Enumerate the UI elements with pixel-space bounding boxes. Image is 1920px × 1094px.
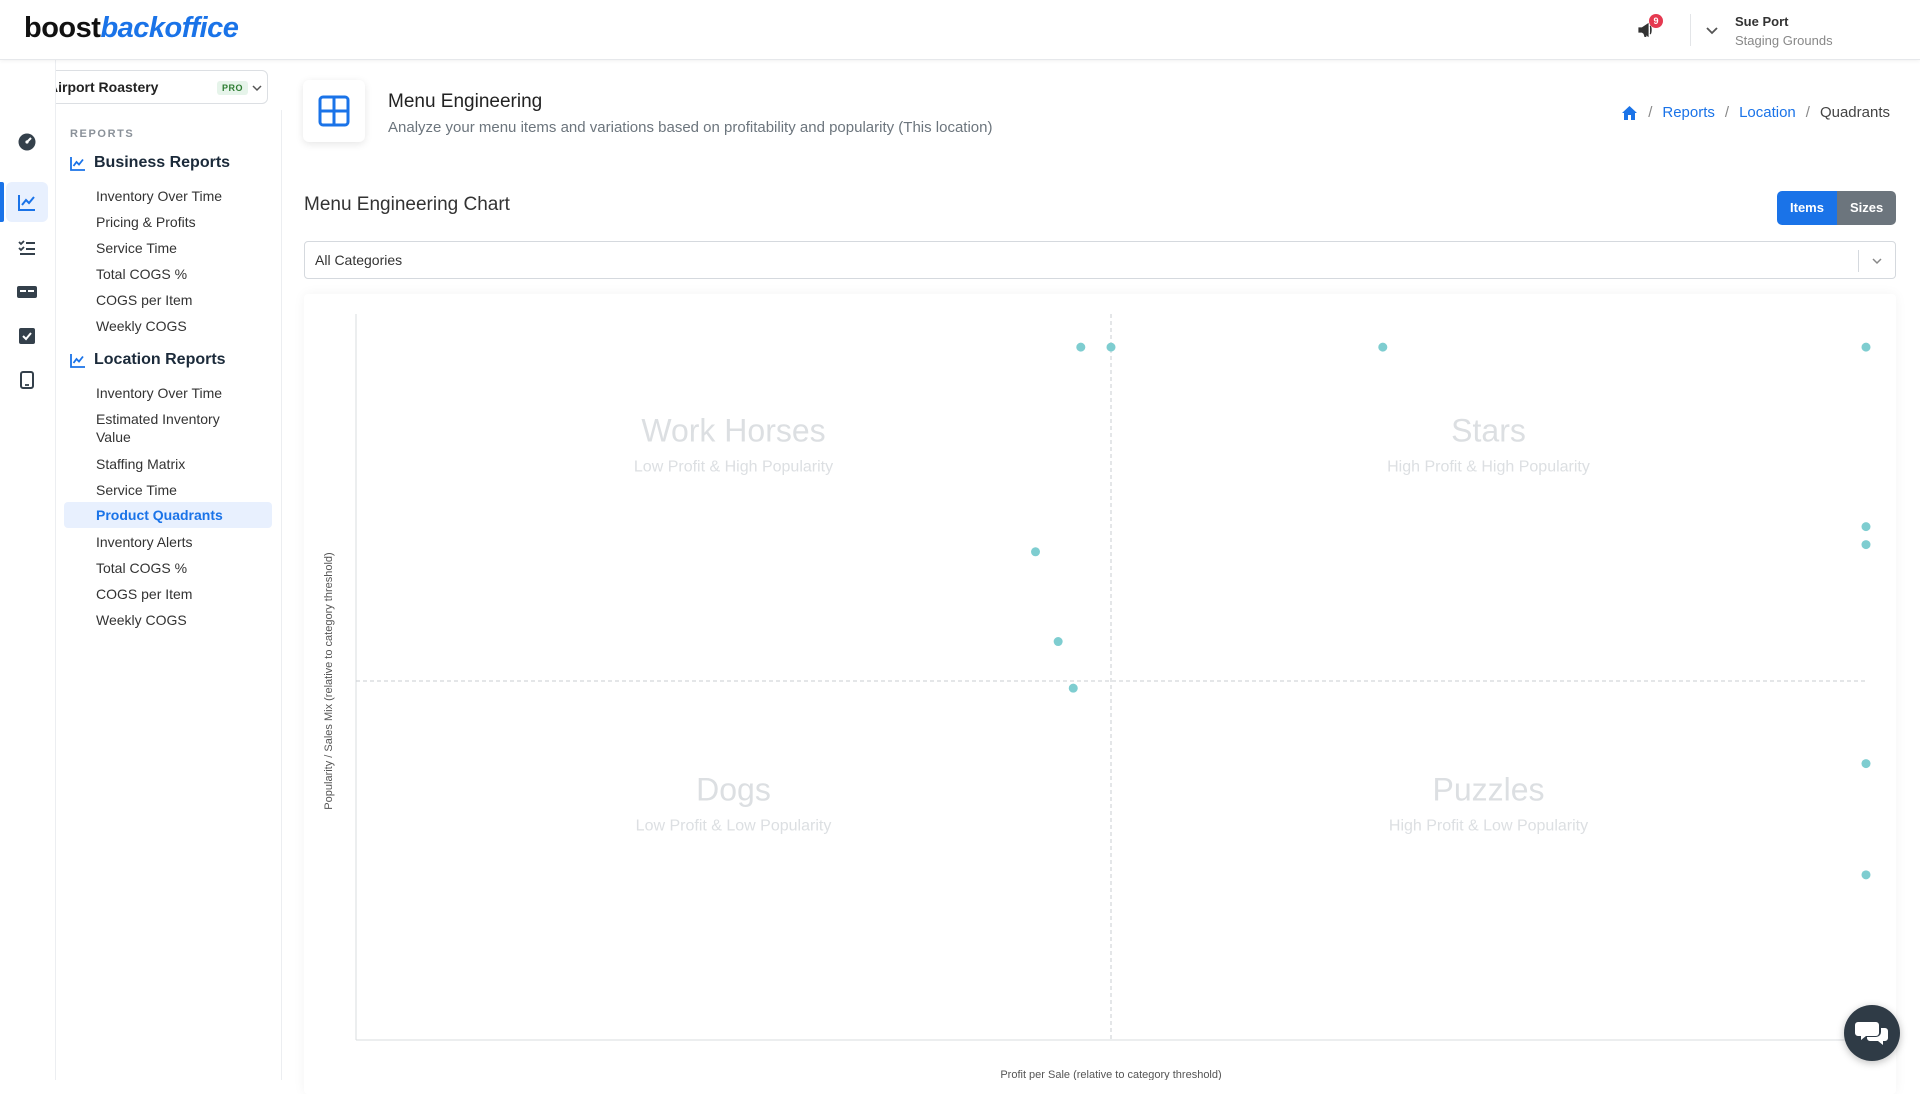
nav-item-product-quadrants[interactable]: Product Quadrants <box>64 502 272 528</box>
data-point-3 <box>1861 342 1871 352</box>
dashboard-icon <box>18 133 36 151</box>
brand-logo[interactable]: boostbackoffice <box>24 12 239 45</box>
user-location: Staging Grounds <box>1735 33 1833 48</box>
nav-item-business-total-cogs[interactable]: Total COGS % <box>64 261 272 287</box>
quadrant-desc-puzzles: High Profit & Low Popularity <box>1389 818 1588 835</box>
nav-group-title: Business Reports <box>94 154 231 171</box>
user-name[interactable]: Sue Port <box>1735 14 1788 29</box>
nav-item-business-cogs-per-item[interactable]: COGS per Item <box>64 287 272 313</box>
toggle-sizes-button[interactable]: Sizes <box>1836 191 1897 225</box>
data-point-1 <box>1106 342 1116 352</box>
notification-badge: 9 <box>1649 14 1663 28</box>
reports-nav: REPORTS Business Reports Inventory Over … <box>56 110 282 1080</box>
data-point-0 <box>1076 342 1086 352</box>
checkbox-icon <box>19 328 35 344</box>
breadcrumb-current: Quadrants <box>1819 104 1890 121</box>
nav-item-estimated-inventory-value[interactable]: Estimated Inventory Value <box>64 406 272 450</box>
nav-item-business-inventory-over-time[interactable]: Inventory Over Time <box>64 183 272 209</box>
tablet-icon <box>20 371 34 389</box>
category-select-divider <box>1858 250 1859 272</box>
user-menu-chevron-icon[interactable] <box>1704 22 1720 38</box>
quadrant-name-dogs: Dogs <box>696 772 771 808</box>
quadrant-name-stars: Stars <box>1451 413 1526 449</box>
breadcrumb: / Reports / Location / Quadrants <box>1621 104 1890 121</box>
rail-pos[interactable] <box>6 272 48 312</box>
breadcrumb-location[interactable]: Location <box>1739 104 1796 121</box>
rail-devices[interactable] <box>6 360 48 400</box>
nav-item-business-weekly-cogs[interactable]: Weekly COGS <box>64 313 272 339</box>
nav-item-inventory-alerts[interactable]: Inventory Alerts <box>64 529 272 555</box>
data-point-5 <box>1053 637 1063 647</box>
toggle-items-button[interactable]: Items <box>1777 191 1837 225</box>
page-subtitle: Analyze your menu items and variations b… <box>388 119 993 136</box>
rail-reports[interactable] <box>6 182 48 222</box>
data-point-8 <box>1861 540 1871 550</box>
chart-line-icon <box>70 157 85 171</box>
data-point-9 <box>1861 759 1871 769</box>
chat-button[interactable] <box>1844 1005 1900 1061</box>
chevron-down-icon <box>1872 258 1882 265</box>
chart-line-icon <box>18 195 35 211</box>
items-sizes-toggle: Items Sizes <box>1777 191 1897 225</box>
grid-quadrants-icon <box>318 95 350 127</box>
pro-badge: PRO <box>217 81 249 95</box>
brand-logo-part1: boost <box>24 12 101 44</box>
data-point-6 <box>1068 683 1078 693</box>
checklist-icon <box>18 240 35 255</box>
quadrant-name-puzzles: Puzzles <box>1432 772 1544 808</box>
quadrant-name-work-horses: Work Horses <box>641 413 825 449</box>
quadrant-chart: Work Horses Low Profit & High Popularity S… <box>323 314 1871 1080</box>
nav-section-label: REPORTS <box>70 128 135 140</box>
nav-item-location-cogs-per-item[interactable]: COGS per Item <box>64 581 272 607</box>
rail-checklists[interactable] <box>6 228 48 268</box>
quadrant-desc-dogs: Low Profit & Low Popularity <box>636 818 832 835</box>
quadrant-desc-work-horses: Low Profit & High Popularity <box>634 459 833 476</box>
nav-item-location-inventory-over-time[interactable]: Inventory Over Time <box>64 380 272 406</box>
data-point-7 <box>1861 522 1871 532</box>
top-bar: boostbackoffice 9 Sue Port Staging Groun… <box>0 0 1920 60</box>
page-icon-card <box>303 80 365 142</box>
y-axis-label: Popularity / Sales Mix (relative to cate… <box>323 552 335 809</box>
breadcrumb-reports[interactable]: Reports <box>1662 104 1715 121</box>
home-icon[interactable] <box>1621 105 1638 121</box>
quadrant-desc-stars: High Profit & High Popularity <box>1387 459 1590 476</box>
header-divider <box>1690 14 1691 46</box>
brand-logo-part2: backoffice <box>100 12 239 44</box>
nav-item-business-pricing-profits[interactable]: Pricing & Profits <box>64 209 272 235</box>
nav-group-business-reports[interactable]: Business Reports <box>70 154 230 172</box>
category-select[interactable]: All Categories <box>304 241 1896 279</box>
rail-tasks[interactable] <box>6 316 48 356</box>
x-axis-label: Profit per Sale (relative to category th… <box>1000 1069 1221 1080</box>
breadcrumb-separator: / <box>1648 104 1653 121</box>
data-point-2 <box>1378 342 1388 352</box>
chat-bubbles-icon <box>1855 1022 1888 1045</box>
chevron-down-icon <box>252 85 262 92</box>
chart-line-icon <box>70 354 85 368</box>
breadcrumb-separator: / <box>1805 104 1810 121</box>
category-select-value: All Categories <box>315 252 403 268</box>
nav-item-location-service-time[interactable]: Service Time <box>64 477 272 503</box>
nav-group-title: Location Reports <box>94 351 226 368</box>
icon-rail <box>0 60 56 1080</box>
nav-item-location-total-cogs[interactable]: Total COGS % <box>64 555 272 581</box>
rail-dashboard[interactable] <box>6 122 48 162</box>
nav-item-location-weekly-cogs[interactable]: Weekly COGS <box>64 607 272 633</box>
data-point-10 <box>1861 870 1871 880</box>
chart-title: Menu Engineering Chart <box>304 194 510 215</box>
chart-card: Work Horses Low Profit & High Popularity S… <box>304 294 1896 1094</box>
nav-group-location-reports[interactable]: Location Reports <box>70 351 226 369</box>
nav-item-business-service-time[interactable]: Service Time <box>64 235 272 261</box>
page-title: Menu Engineering <box>388 91 543 112</box>
nav-item-staffing-matrix[interactable]: Staffing Matrix <box>64 451 272 477</box>
location-name: Airport Roastery <box>48 79 159 95</box>
pos-icon <box>17 286 37 298</box>
breadcrumb-separator: / <box>1724 104 1730 121</box>
rail-active-indicator <box>0 182 4 222</box>
data-point-4 <box>1031 547 1040 557</box>
